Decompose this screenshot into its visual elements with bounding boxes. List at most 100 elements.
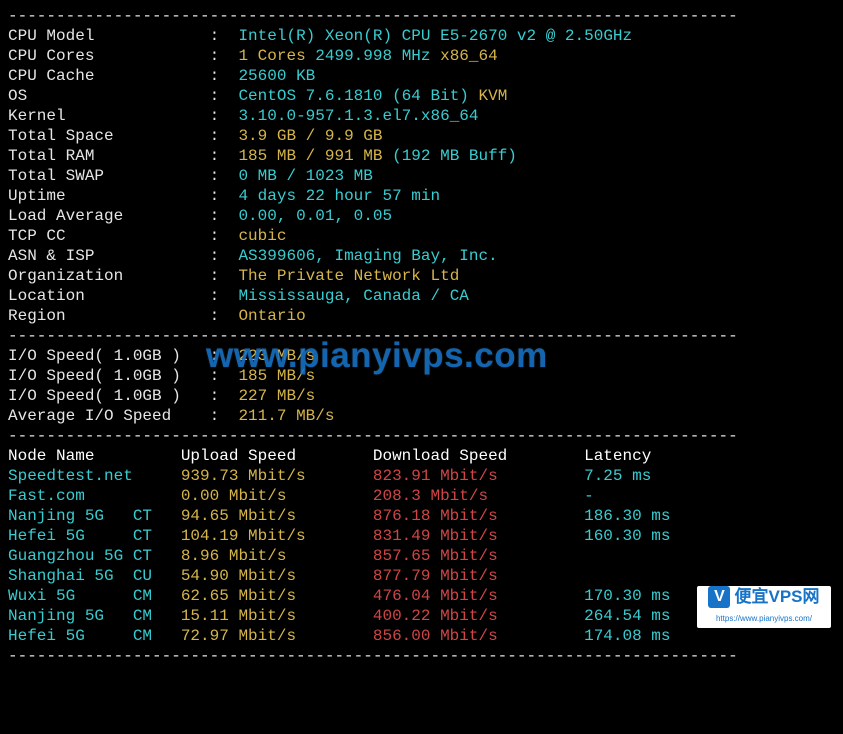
field-label: I/O Speed( 1.0GB )	[8, 367, 190, 385]
divider-line: ----------------------------------------…	[8, 426, 835, 446]
field-label: Uptime	[8, 187, 190, 205]
upload-speed: 104.19 Mbit/s	[181, 527, 373, 545]
speedtest-row: Hefei 5G CT 104.19 Mbit/s 831.49 Mbit/s …	[8, 526, 835, 546]
latency-value: 7.25 ms	[584, 467, 651, 485]
download-speed: 876.18 Mbit/s	[373, 507, 584, 525]
speedtest-row: Nanjing 5G CT 94.65 Mbit/s 876.18 Mbit/s…	[8, 506, 835, 526]
node-name: Guangzhou 5G CT	[8, 547, 181, 565]
node-name: Shanghai 5G CU	[8, 567, 181, 585]
field-value-segment: 3.9 GB / 9.9 GB	[238, 127, 382, 145]
terminal-output: ----------------------------------------…	[0, 0, 843, 672]
download-speed: 877.79 Mbit/s	[373, 567, 584, 585]
field-value-segment: 25600 KB	[238, 67, 315, 85]
field-label: I/O Speed( 1.0GB )	[8, 347, 190, 365]
field-value-segment: 2499.998 MHz	[306, 47, 440, 65]
sysinfo-row: CPU Cores : 1 Cores 2499.998 MHz x86_64	[8, 46, 835, 66]
download-speed: 476.04 Mbit/s	[373, 587, 584, 605]
field-label: Average I/O Speed	[8, 407, 190, 425]
field-label: Total SWAP	[8, 167, 190, 185]
field-label: Location	[8, 287, 190, 305]
field-value-segment: Mississauga, Canada / CA	[238, 287, 468, 305]
logo-v-icon: V	[708, 586, 730, 608]
sysinfo-row: ASN & ISP : AS399606, Imaging Bay, Inc.	[8, 246, 835, 266]
latency-value: -	[584, 487, 594, 505]
speedtest-row: Hefei 5G CM 72.97 Mbit/s 856.00 Mbit/s 1…	[8, 626, 835, 646]
io-speed-row: I/O Speed( 1.0GB ) : 227 MB/s	[8, 386, 835, 406]
divider-line: ----------------------------------------…	[8, 6, 835, 26]
divider-line: ----------------------------------------…	[8, 646, 835, 666]
node-name: Hefei 5G CT	[8, 527, 181, 545]
field-value-segment: 1 Cores	[238, 47, 305, 65]
node-name: Nanjing 5G CM	[8, 607, 181, 625]
download-speed: 400.22 Mbit/s	[373, 607, 584, 625]
upload-speed: 72.97 Mbit/s	[181, 627, 373, 645]
field-value-segment: 227 MB/s	[238, 387, 315, 405]
field-value-segment: 185 MB / 991 MB	[238, 147, 382, 165]
field-label: Total RAM	[8, 147, 190, 165]
field-value-segment: CentOS 7.6.1810 (64 Bit)	[238, 87, 478, 105]
field-value-segment: 223 MB/s	[238, 347, 315, 365]
sysinfo-row: Total Space : 3.9 GB / 9.9 GB	[8, 126, 835, 146]
sysinfo-row: Total SWAP : 0 MB / 1023 MB	[8, 166, 835, 186]
field-value-segment: KVM	[479, 87, 508, 105]
upload-speed: 15.11 Mbit/s	[181, 607, 373, 625]
field-value-segment: Intel(R) Xeon(R) CPU E5-2670 v2 @ 2.50GH…	[238, 27, 632, 45]
field-value-segment: 211.7 MB/s	[238, 407, 334, 425]
field-value-segment: AS399606, Imaging Bay, Inc.	[238, 247, 497, 265]
node-name: Hefei 5G CM	[8, 627, 181, 645]
upload-speed: 62.65 Mbit/s	[181, 587, 373, 605]
field-value-segment: 3.10.0-957.1.3.el7.x86_64	[238, 107, 478, 125]
field-label: Organization	[8, 267, 190, 285]
sysinfo-row: Kernel : 3.10.0-957.1.3.el7.x86_64	[8, 106, 835, 126]
node-name: Fast.com	[8, 487, 181, 505]
speedtest-row: Speedtest.net 939.73 Mbit/s 823.91 Mbit/…	[8, 466, 835, 486]
field-value-segment: cubic	[238, 227, 286, 245]
field-value-segment: Ontario	[238, 307, 305, 325]
sysinfo-row: OS : CentOS 7.6.1810 (64 Bit) KVM	[8, 86, 835, 106]
sysinfo-row: Location : Mississauga, Canada / CA	[8, 286, 835, 306]
io-speed-row: Average I/O Speed : 211.7 MB/s	[8, 406, 835, 426]
field-label: Kernel	[8, 107, 190, 125]
logo-url-text: https://www.pianyivps.com/	[716, 609, 812, 629]
field-label: Region	[8, 307, 190, 325]
io-speed-row: I/O Speed( 1.0GB ) : 185 MB/s	[8, 366, 835, 386]
field-label: Load Average	[8, 207, 190, 225]
speedtest-row: Fast.com 0.00 Mbit/s 208.3 Mbit/s -	[8, 486, 835, 506]
sysinfo-row: Total RAM : 185 MB / 991 MB (192 MB Buff…	[8, 146, 835, 166]
speedtest-row: Shanghai 5G CU 54.90 Mbit/s 877.79 Mbit/…	[8, 566, 835, 586]
field-value-segment: (192 MB Buff)	[382, 147, 516, 165]
sysinfo-row: Organization : The Private Network Ltd	[8, 266, 835, 286]
field-label: OS	[8, 87, 190, 105]
field-label: CPU Cache	[8, 67, 190, 85]
download-speed: 857.65 Mbit/s	[373, 547, 584, 565]
field-value-segment: The Private Network Ltd	[238, 267, 459, 285]
field-label: CPU Cores	[8, 47, 190, 65]
field-value-segment: x86_64	[440, 47, 498, 65]
speedtest-row: Guangzhou 5G CT 8.96 Mbit/s 857.65 Mbit/…	[8, 546, 835, 566]
download-speed: 208.3 Mbit/s	[373, 487, 584, 505]
field-value-segment: 0.00, 0.01, 0.05	[238, 207, 392, 225]
upload-speed: 54.90 Mbit/s	[181, 567, 373, 585]
site-logo-badge: V 便宜VPS网 https://www.pianyivps.com/	[697, 586, 831, 628]
download-speed: 856.00 Mbit/s	[373, 627, 584, 645]
field-value-segment: 185 MB/s	[238, 367, 315, 385]
field-label: CPU Model	[8, 27, 190, 45]
latency-value: 186.30 ms	[584, 507, 670, 525]
io-speed-row: I/O Speed( 1.0GB ) : 223 MB/s	[8, 346, 835, 366]
field-label: ASN & ISP	[8, 247, 190, 265]
sysinfo-row: CPU Cache : 25600 KB	[8, 66, 835, 86]
node-name: Nanjing 5G CT	[8, 507, 181, 525]
field-label: TCP CC	[8, 227, 190, 245]
field-label: Total Space	[8, 127, 190, 145]
field-value-segment: 4 days 22 hour 57 min	[238, 187, 440, 205]
sysinfo-row: Uptime : 4 days 22 hour 57 min	[8, 186, 835, 206]
logo-chinese-text: 便宜VPS网	[734, 587, 819, 607]
download-speed: 831.49 Mbit/s	[373, 527, 584, 545]
upload-speed: 939.73 Mbit/s	[181, 467, 373, 485]
speedtest-header: Node Name Upload Speed Download Speed La…	[8, 446, 835, 466]
sysinfo-row: CPU Model : Intel(R) Xeon(R) CPU E5-2670…	[8, 26, 835, 46]
sysinfo-row: TCP CC : cubic	[8, 226, 835, 246]
upload-speed: 94.65 Mbit/s	[181, 507, 373, 525]
latency-value: 174.08 ms	[584, 627, 670, 645]
node-name: Speedtest.net	[8, 467, 181, 485]
